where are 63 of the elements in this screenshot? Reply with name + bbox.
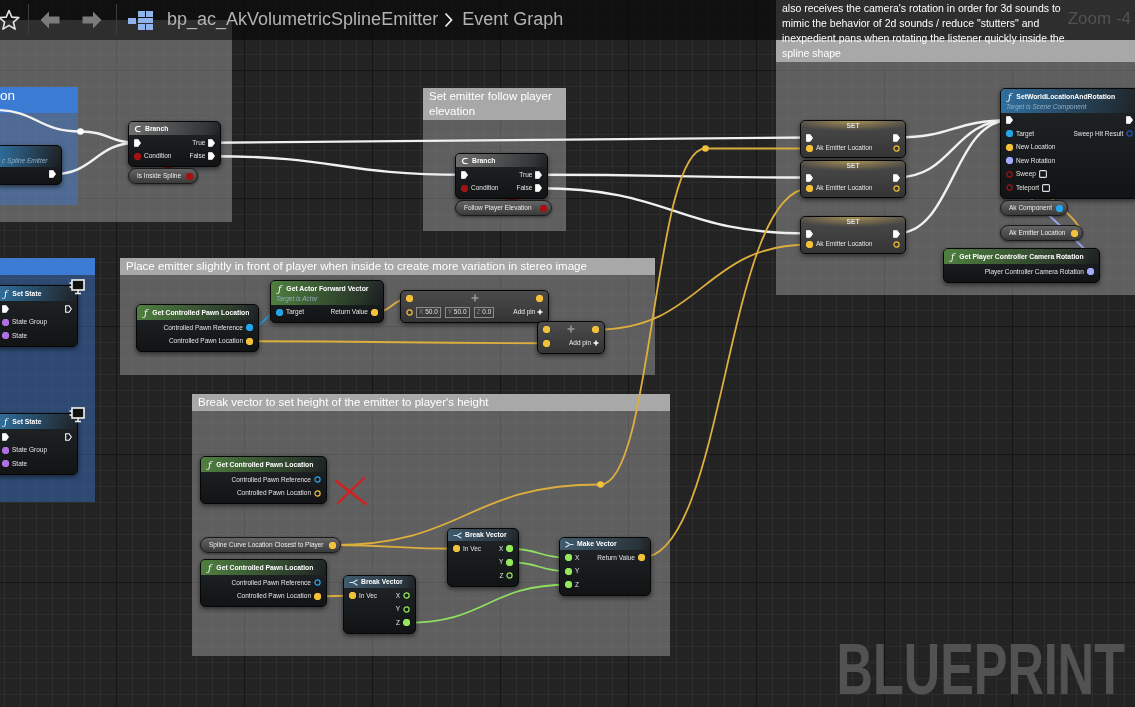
exec-pin-icon[interactable] [65, 432, 73, 441]
function-icon: ƒ [949, 252, 957, 262]
data-pin-icon[interactable] [2, 332, 9, 340]
data-pin-icon[interactable] [314, 476, 321, 484]
function-icon: ƒ [206, 563, 214, 573]
data-pin-icon[interactable] [276, 308, 283, 316]
breadcrumb-link[interactable]: Event Graph [462, 10, 564, 30]
data-pin-icon[interactable] [2, 446, 9, 454]
plus-icon [567, 325, 575, 333]
exec-pin-icon[interactable] [806, 173, 813, 182]
data-pin-icon[interactable] [1006, 157, 1013, 165]
exec-pin-icon[interactable] [806, 229, 813, 238]
function-icon: ƒ [2, 417, 10, 427]
comment-title: on [0, 88, 17, 103]
data-pin-icon[interactable] [2, 460, 9, 468]
branch-icon [134, 125, 142, 133]
arrow-right-icon[interactable] [82, 11, 102, 29]
graph-type-label: BLUEPRINT [836, 633, 1125, 705]
exec-pin-icon[interactable] [65, 304, 73, 313]
exec-pin-icon[interactable] [893, 229, 900, 238]
plus-icon [537, 309, 544, 316]
data-pin-icon[interactable] [314, 579, 321, 587]
comment-title: Break vector to set height of the emitter to player's height [198, 395, 490, 410]
data-pin-icon[interactable] [1006, 130, 1013, 138]
exec-pin-icon[interactable] [1126, 116, 1134, 125]
exec-pin-icon[interactable] [2, 432, 9, 441]
function-icon: ƒ [2, 289, 10, 299]
exec-pin-icon[interactable] [1006, 116, 1013, 125]
exec-pin-icon[interactable] [208, 138, 216, 147]
function-icon: ƒ [276, 284, 284, 294]
comment-title: Place emitter slightly in front of player when inside to create more variation in stereo image [126, 259, 588, 274]
exec-pin-icon[interactable] [535, 170, 543, 179]
data-pin-icon[interactable] [246, 324, 253, 332]
breadcrumb-link[interactable]: bp_ac_AkVolumetricSplineEmitter [167, 10, 439, 30]
comment-title: Set emitter follow player elevation [429, 89, 553, 119]
exec-pin-icon[interactable] [208, 152, 216, 161]
plus-icon [593, 340, 599, 347]
arrow-left-icon[interactable] [40, 11, 60, 29]
checkbox[interactable] [1038, 170, 1047, 179]
function-icon: ƒ [1006, 92, 1014, 102]
exec-pin-icon[interactable] [806, 133, 813, 142]
exec-pin-icon[interactable] [535, 184, 543, 193]
split-icon [453, 532, 462, 539]
function-icon: ƒ [206, 460, 214, 470]
data-pin-icon[interactable] [2, 318, 9, 326]
exec-pin-icon[interactable] [461, 170, 468, 179]
exec-pin-icon[interactable] [49, 170, 56, 179]
reroute-knot-icon[interactable] [702, 145, 709, 152]
split-icon [349, 579, 358, 586]
star-icon[interactable] [0, 8, 21, 32]
branch-icon [461, 157, 469, 165]
plus-icon [470, 294, 479, 302]
reroute-knot-icon[interactable] [77, 128, 84, 135]
chevron-right-icon [444, 12, 454, 28]
exec-pin-icon[interactable] [893, 133, 900, 142]
function-icon: ƒ [142, 308, 150, 318]
blocks-icon [128, 10, 153, 30]
exec-pin-icon[interactable] [2, 304, 9, 313]
exec-pin-icon[interactable] [893, 173, 900, 182]
merge-icon [565, 541, 574, 548]
exec-pin-icon[interactable] [134, 138, 141, 147]
data-pin-icon[interactable] [1087, 268, 1094, 276]
checkbox[interactable] [1042, 183, 1051, 192]
